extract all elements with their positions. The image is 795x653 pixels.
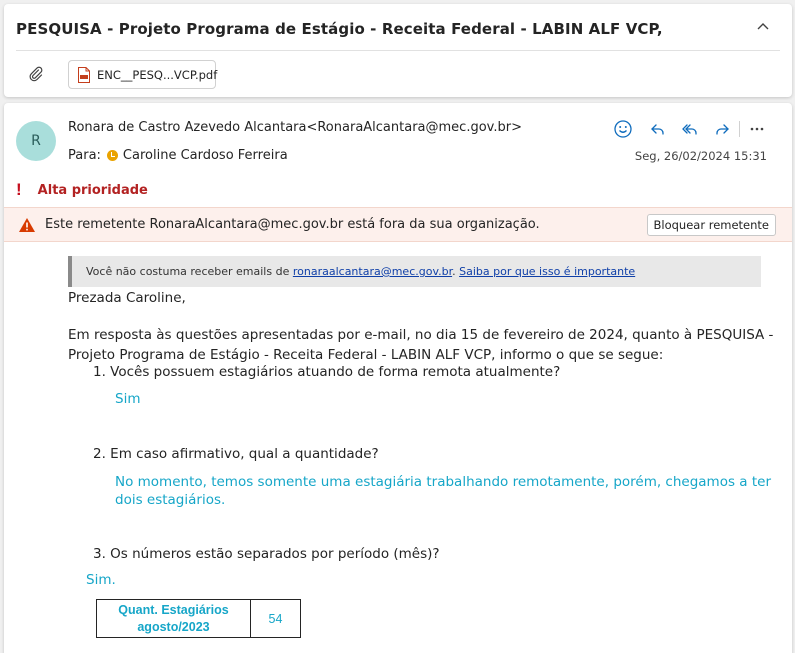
attachment-name: ENC__PESQ...VCP.pdf	[97, 68, 218, 82]
chevron-up-icon[interactable]	[754, 18, 772, 36]
pdf-file-icon	[77, 67, 91, 83]
presence-icon	[106, 150, 118, 161]
question-1: 1. Vocês possuem estagiários atuando de …	[93, 364, 561, 380]
external-sender-banner: Este remetente RonaraAlcantara@mec.gov.b…	[4, 207, 792, 242]
priority-label: Alta prioridade	[37, 182, 148, 198]
external-warning-text: Este remetente RonaraAlcantara@mec.gov.b…	[45, 217, 540, 232]
table-row: Quant. Estagiários agosto/2023 54	[96, 599, 301, 638]
table-value-cell: 54	[250, 599, 301, 638]
notice-separator: .	[452, 265, 456, 278]
priority-indicator: ! Alta prioridade	[16, 180, 148, 200]
answer-3: Sim.	[86, 572, 116, 588]
recipient-name[interactable]: Caroline Cardoso Ferreira	[123, 148, 288, 163]
avatar[interactable]: R	[16, 121, 56, 161]
block-sender-button[interactable]: Bloquear remetente	[646, 214, 776, 236]
learn-why-link[interactable]: Saiba por que isso é importante	[459, 265, 635, 278]
notice-text: Você não costuma receber emails de	[86, 265, 290, 278]
reply-icon[interactable]	[648, 119, 668, 139]
question-3: 3. Os números estão separados por períod…	[93, 546, 440, 562]
paperclip-icon[interactable]	[28, 66, 44, 82]
smiley-icon[interactable]	[613, 119, 633, 139]
table-header-line-1: Quant. Estagiários	[118, 603, 229, 617]
email-subject: PESQUISA - Projeto Programa de Estágio -…	[16, 20, 663, 38]
toolbar-divider	[739, 121, 740, 137]
recipient-row: Para: Caroline Cardoso Ferreira	[68, 148, 288, 163]
answer-2-line-2: dois estagiários.	[115, 492, 226, 508]
sender-name[interactable]: Ronara de Castro Azevedo Alcantara<Ronar…	[68, 120, 522, 135]
first-contact-notice: Você não costuma receber emails de ronar…	[68, 256, 761, 287]
interns-table: Quant. Estagiários agosto/2023 54	[96, 599, 301, 638]
answer-2-line-1: No momento, temos somente uma estagiária…	[115, 474, 772, 490]
email-date: Seg, 26/02/2024 15:31	[634, 149, 767, 163]
divider	[16, 50, 780, 51]
warning-icon	[18, 217, 36, 233]
more-icon[interactable]	[747, 119, 767, 139]
table-header-cell: Quant. Estagiários agosto/2023	[96, 599, 251, 638]
attachment-chip[interactable]: ENC__PESQ...VCP.pdf	[68, 60, 218, 89]
greeting: Prezada Caroline,	[68, 290, 186, 306]
subject-card: PESQUISA - Projeto Programa de Estágio -…	[4, 4, 792, 97]
answer-1: Sim	[115, 391, 141, 407]
intro-line-2: Projeto Programa de Estágio - Receita Fe…	[68, 347, 664, 363]
reply-all-icon[interactable]	[680, 119, 700, 139]
forward-icon[interactable]	[712, 119, 732, 139]
notice-email-link[interactable]: ronaraalcantara@mec.gov.br	[293, 265, 452, 278]
intro-line-1: Em resposta às questões apresentadas por…	[68, 327, 774, 343]
question-2: 2. Em caso afirmativo, qual a quantidade…	[93, 446, 379, 462]
table-header-line-2: agosto/2023	[137, 620, 210, 634]
to-label: Para:	[68, 148, 101, 163]
message-card: R Ronara de Castro Azevedo Alcantara<Ron…	[4, 103, 792, 653]
exclamation-icon: !	[16, 180, 22, 199]
